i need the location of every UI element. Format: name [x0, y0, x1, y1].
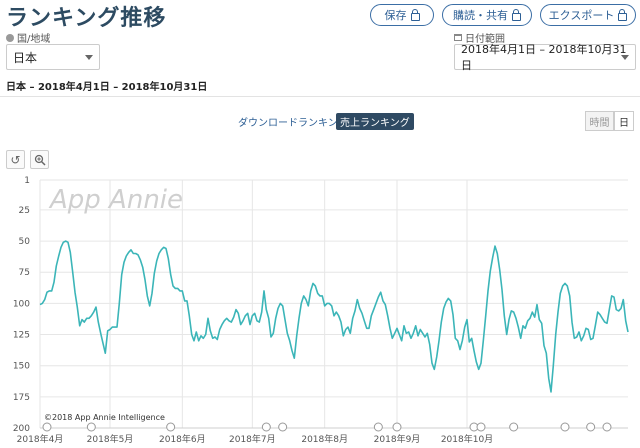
x-tick-label: 2018年8月 [301, 433, 348, 445]
page-title: ランキング推移 [6, 6, 167, 31]
subscribe-share-button[interactable]: 購読・共有 [442, 4, 532, 26]
date-range-select[interactable]: 2018年4月1日 – 2018年10月31日 [454, 43, 636, 72]
y-tick-label: 75 [19, 268, 30, 278]
export-button[interactable]: エクスポート [540, 4, 636, 26]
event-marker [476, 422, 486, 432]
globe-icon [6, 33, 14, 42]
y-tick-label: 1 [24, 176, 30, 186]
event-marker [166, 422, 176, 432]
zoom-icon [34, 154, 46, 166]
lock-icon [512, 8, 521, 21]
event-marker [42, 422, 52, 432]
y-tick-label: 50 [19, 237, 31, 247]
event-marker [86, 422, 96, 432]
save-button[interactable]: 保存 [370, 4, 434, 26]
country-filter-label: 国/地域 [6, 30, 50, 45]
event-marker [586, 422, 596, 432]
credit-text: ©2018 App Annie Intelligence [44, 413, 165, 422]
lock-icon [410, 8, 420, 21]
period-summary: 日本 – 2018年4月1日 – 2018年10月31日 [6, 82, 208, 93]
x-tick-label: 2018年4月 [17, 433, 64, 445]
event-marker [560, 422, 570, 432]
y-tick-label: 150 [13, 362, 30, 372]
event-marker [392, 422, 402, 432]
event-marker [278, 422, 288, 432]
calendar-icon [454, 34, 462, 41]
chevron-down-icon [85, 55, 93, 60]
x-tick-label: 2018年6月 [159, 433, 206, 445]
x-tick-label: 2018年5月 [87, 433, 134, 445]
x-tick-label: 2018年7月 [229, 433, 276, 445]
y-tick-label: 200 [13, 424, 30, 434]
x-tick-label: 2018年10月 [441, 433, 493, 445]
granularity-hourly-button[interactable]: 時間 [585, 111, 614, 131]
y-tick-label: 175 [13, 393, 30, 403]
date-range-value: 2018年4月1日 – 2018年10月31日 [461, 43, 627, 72]
save-label: 保存 [384, 9, 407, 22]
country-select[interactable]: 日本 [6, 44, 100, 70]
lock-icon [618, 8, 628, 21]
tab-revenue[interactable]: 売上ランキング [336, 113, 414, 130]
y-tick-label: 25 [19, 206, 30, 216]
country-label-text: 国/地域 [17, 34, 51, 45]
x-tick-label: 2018年9月 [374, 433, 421, 445]
reset-icon: ↺ [10, 152, 21, 167]
reset-zoom-button[interactable]: ↺ [6, 150, 25, 169]
revenue-rank-line [39, 240, 629, 393]
event-marker [261, 422, 271, 432]
country-value: 日本 [13, 50, 38, 65]
tab-downloads[interactable]: ダウンロードランキング [234, 113, 352, 130]
event-marker [602, 422, 612, 432]
chevron-down-icon [621, 55, 629, 60]
ranking-chart: 12550751001251501752002018年4月 2018年5月 2018… [13, 176, 629, 445]
subscribe-share-label: 購読・共有 [453, 9, 508, 22]
event-marker [509, 422, 519, 432]
export-label: エクスポート [548, 9, 615, 22]
divider [0, 96, 640, 97]
zoom-button[interactable] [30, 150, 49, 169]
granularity-daily-button[interactable]: 日 [614, 111, 634, 131]
y-tick-label: 125 [13, 331, 30, 341]
event-marker [373, 422, 383, 432]
y-tick-label: 100 [13, 299, 30, 309]
watermark-text: App Annie [48, 185, 183, 215]
